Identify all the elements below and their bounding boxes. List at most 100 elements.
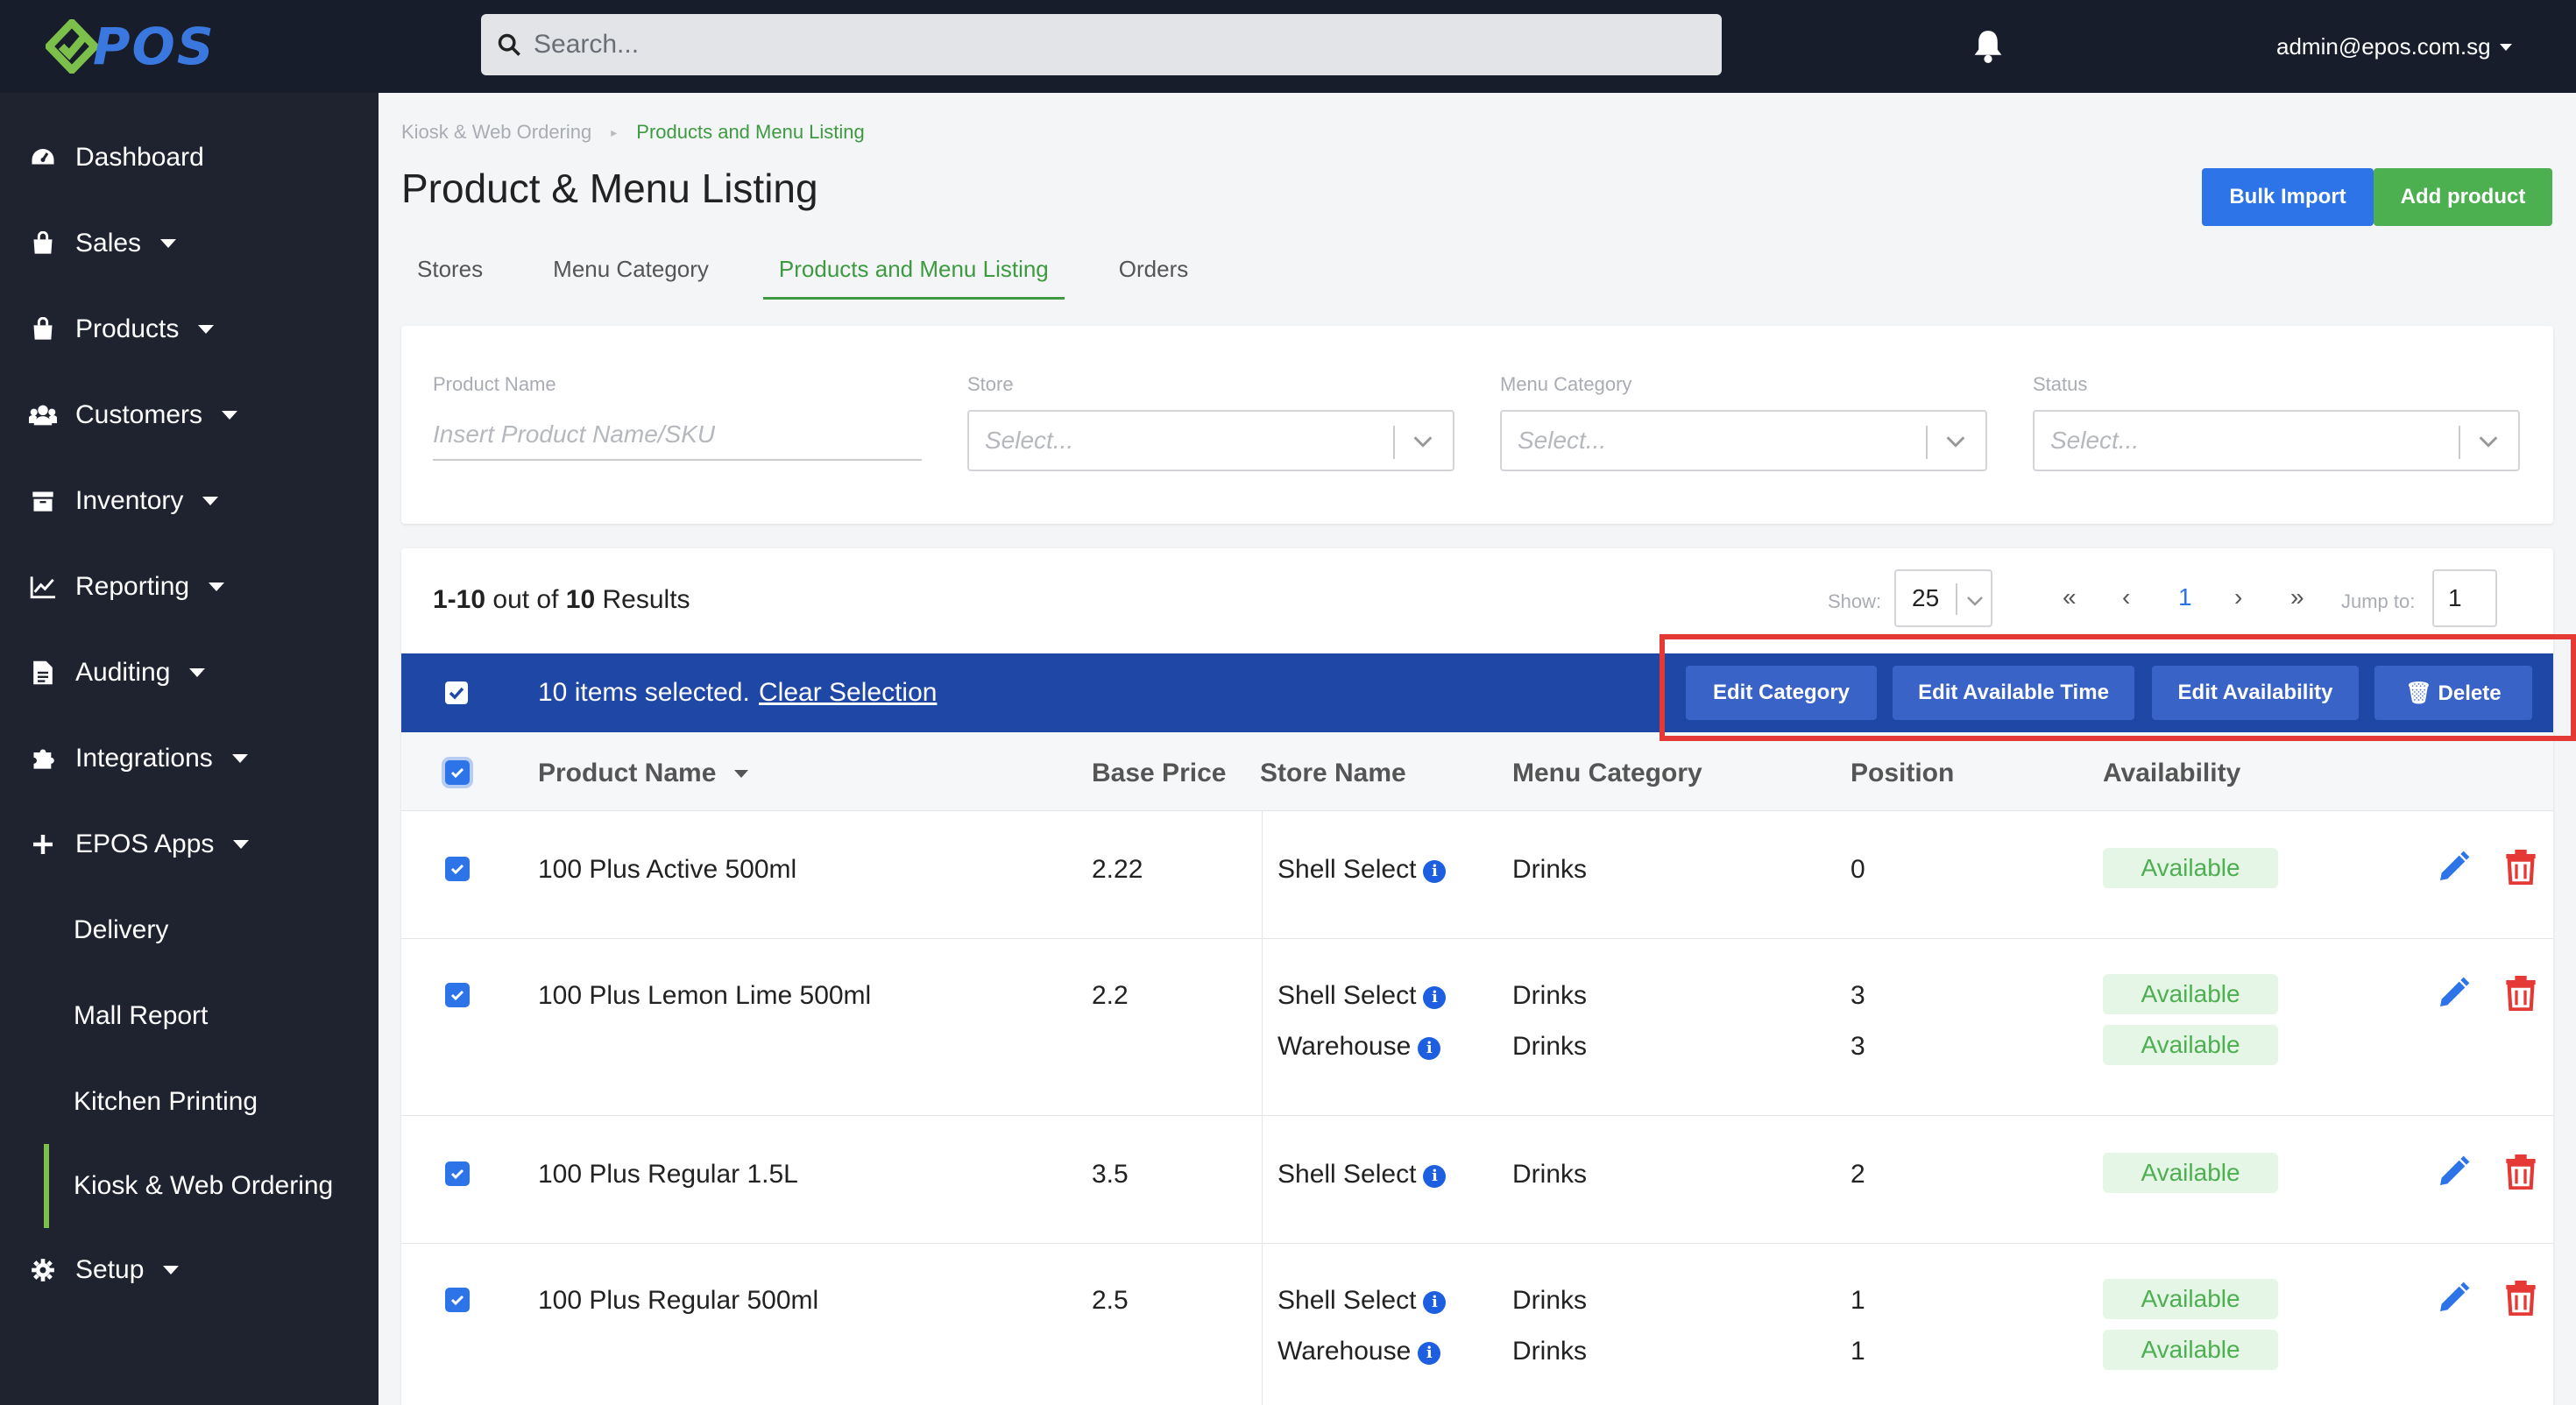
store-name: Shell Select i [1277, 981, 1447, 1011]
tab-products-and-menu-listing[interactable]: Products and Menu Listing [762, 242, 1065, 300]
sidebar-item-epos-apps[interactable]: EPOS Apps [0, 802, 379, 886]
info-icon[interactable]: i [1418, 1342, 1441, 1365]
sidebar-item-setup[interactable]: Setup [0, 1228, 379, 1312]
info-icon[interactable]: i [1423, 860, 1447, 883]
table-row[interactable]: 100 Plus Regular 500ml 2.5 Shell Select i… [401, 1244, 2553, 1405]
info-icon[interactable]: i [1423, 1165, 1447, 1188]
tab-orders[interactable]: Orders [1103, 242, 1204, 300]
epos-logo[interactable]: POS [46, 16, 216, 77]
bell-icon[interactable] [1971, 28, 2005, 63]
sidebar-item-label: Reporting [75, 572, 190, 601]
pager-current-page[interactable]: 1 [2178, 583, 2192, 611]
info-icon[interactable]: i [1423, 986, 1447, 1009]
product-name: 100 Plus Regular 500ml [538, 1286, 819, 1315]
search-bar[interactable] [481, 14, 1722, 75]
sidebar-item-products[interactable]: Products [0, 287, 379, 371]
store-name: Shell Select i [1277, 855, 1447, 885]
store-name-text: Shell Select [1277, 981, 1417, 1010]
pencil-icon[interactable] [2436, 850, 2471, 885]
menu-category: Drinks [1512, 1032, 1588, 1061]
breadcrumb-parent[interactable]: Kiosk & Web Ordering [401, 121, 591, 144]
sidebar-item-customers[interactable]: Customers [0, 373, 379, 457]
table-row[interactable]: 100 Plus Lemon Lime 500ml 2.2 Shell Sele… [401, 939, 2553, 1116]
pencil-icon[interactable] [2436, 1281, 2471, 1316]
results-range: 1-10 [433, 585, 486, 614]
chevron-down-icon [2479, 436, 2498, 448]
checkmark-icon [450, 1295, 464, 1306]
sidebar-item-sales[interactable]: Sales [0, 201, 379, 286]
row-checkbox[interactable] [445, 1161, 470, 1186]
dashboard-icon [28, 143, 58, 173]
sidebar-subitem-mall-report[interactable]: Mall Report [0, 974, 379, 1058]
search-input[interactable] [534, 30, 1673, 60]
checkmark-icon [450, 864, 464, 875]
availability-badge: Available [2103, 1153, 2278, 1193]
sidebar-subitem-kitchen-printing[interactable]: Kitchen Printing [0, 1060, 379, 1144]
chevron-down-icon [198, 325, 215, 334]
menu-category-select[interactable]: Select... [1500, 410, 1987, 471]
product-name: 100 Plus Lemon Lime 500ml [538, 981, 872, 1010]
trash-icon[interactable] [2504, 850, 2537, 885]
sidebar-item-auditing[interactable]: Auditing [0, 631, 379, 715]
trash-icon[interactable] [2504, 976, 2537, 1011]
product-name-input[interactable]: Insert Product Name/SKU [433, 408, 922, 461]
trash-icon[interactable] [2504, 1281, 2537, 1316]
pager-prev-button[interactable]: ‹ [2122, 583, 2130, 611]
tab-stores[interactable]: Stores [401, 242, 499, 300]
pencil-icon[interactable] [2436, 1154, 2471, 1190]
user-menu[interactable]: admin@epos.com.sg [2276, 33, 2512, 60]
store-select[interactable]: Select... [967, 410, 1454, 471]
pager-next-button[interactable]: › [2234, 583, 2242, 611]
table-row[interactable]: 100 Plus Regular 1.5L 3.5 Shell Select i … [401, 1116, 2553, 1244]
header-checkbox[interactable] [445, 760, 470, 785]
pencil-icon[interactable] [2436, 976, 2471, 1011]
row-checkbox[interactable] [445, 983, 470, 1007]
pager-first-button[interactable]: « [2063, 583, 2077, 611]
status-select[interactable]: Select... [2033, 410, 2520, 471]
select-all-checkbox[interactable] [445, 681, 468, 704]
user-email: admin@epos.com.sg [2276, 33, 2491, 60]
row-checkbox[interactable] [445, 857, 470, 881]
sidebar-item-inventory[interactable]: Inventory [0, 459, 379, 543]
header-store-name: Store Name [1260, 759, 1406, 787]
pager-last-button[interactable]: » [2290, 583, 2304, 611]
tab-menu-category[interactable]: Menu Category [537, 242, 725, 300]
select-divider [1956, 583, 1957, 615]
row-checkbox[interactable] [445, 1288, 470, 1312]
info-icon[interactable]: i [1423, 1291, 1447, 1314]
sidebar-subitem-delivery[interactable]: Delivery [0, 888, 379, 972]
sidebar-item-integrations[interactable]: Integrations [0, 717, 379, 801]
header-product-name[interactable]: Product Name [538, 759, 748, 788]
clear-selection-link[interactable]: Clear Selection [759, 678, 937, 708]
header-product-name-label: Product Name [538, 759, 717, 787]
sidebar-item-dashboard[interactable]: Dashboard [0, 116, 379, 200]
store-name-text: Warehouse [1277, 1337, 1412, 1366]
header-availability: Availability [2103, 759, 2241, 787]
jump-to-input[interactable]: 1 [2432, 569, 2497, 627]
add-product-button[interactable]: Add product [2374, 168, 2552, 226]
sidebar: Dashboard Sales Products Customers Inven… [0, 93, 379, 1405]
info-icon[interactable]: i [1418, 1037, 1441, 1060]
results-count-mid: out of [485, 585, 566, 614]
sidebar-subitem-kiosk-web-ordering[interactable]: Kiosk & Web Ordering [44, 1144, 379, 1228]
chevron-down-icon [1413, 436, 1433, 448]
bulk-import-button[interactable]: Bulk Import [2202, 168, 2374, 226]
gear-icon [28, 1255, 58, 1285]
sidebar-item-label: Setup [75, 1255, 145, 1284]
jump-to-label: Jump to: [2341, 590, 2416, 612]
base-price: 3.5 [1092, 1160, 1129, 1189]
menu-category: Drinks [1512, 855, 1588, 884]
page-size-value: 25 [1912, 584, 1940, 611]
product-name-label: Product Name [433, 373, 556, 395]
checkmark-icon [449, 687, 464, 700]
page-size-select[interactable]: 25 [1894, 569, 1992, 627]
trash-icon[interactable] [2504, 1154, 2537, 1190]
status-label: Status [2033, 373, 2088, 395]
column-divider [1262, 1116, 1263, 1244]
position: 0 [1851, 855, 1865, 884]
sidebar-item-label: Customers [75, 400, 203, 429]
breadcrumb-current: Products and Menu Listing [636, 121, 865, 143]
table-row[interactable]: 100 Plus Active 500ml 2.22 Shell Select i… [401, 811, 2553, 939]
show-label: Show: [1828, 590, 1882, 612]
sidebar-item-reporting[interactable]: Reporting [0, 545, 379, 629]
